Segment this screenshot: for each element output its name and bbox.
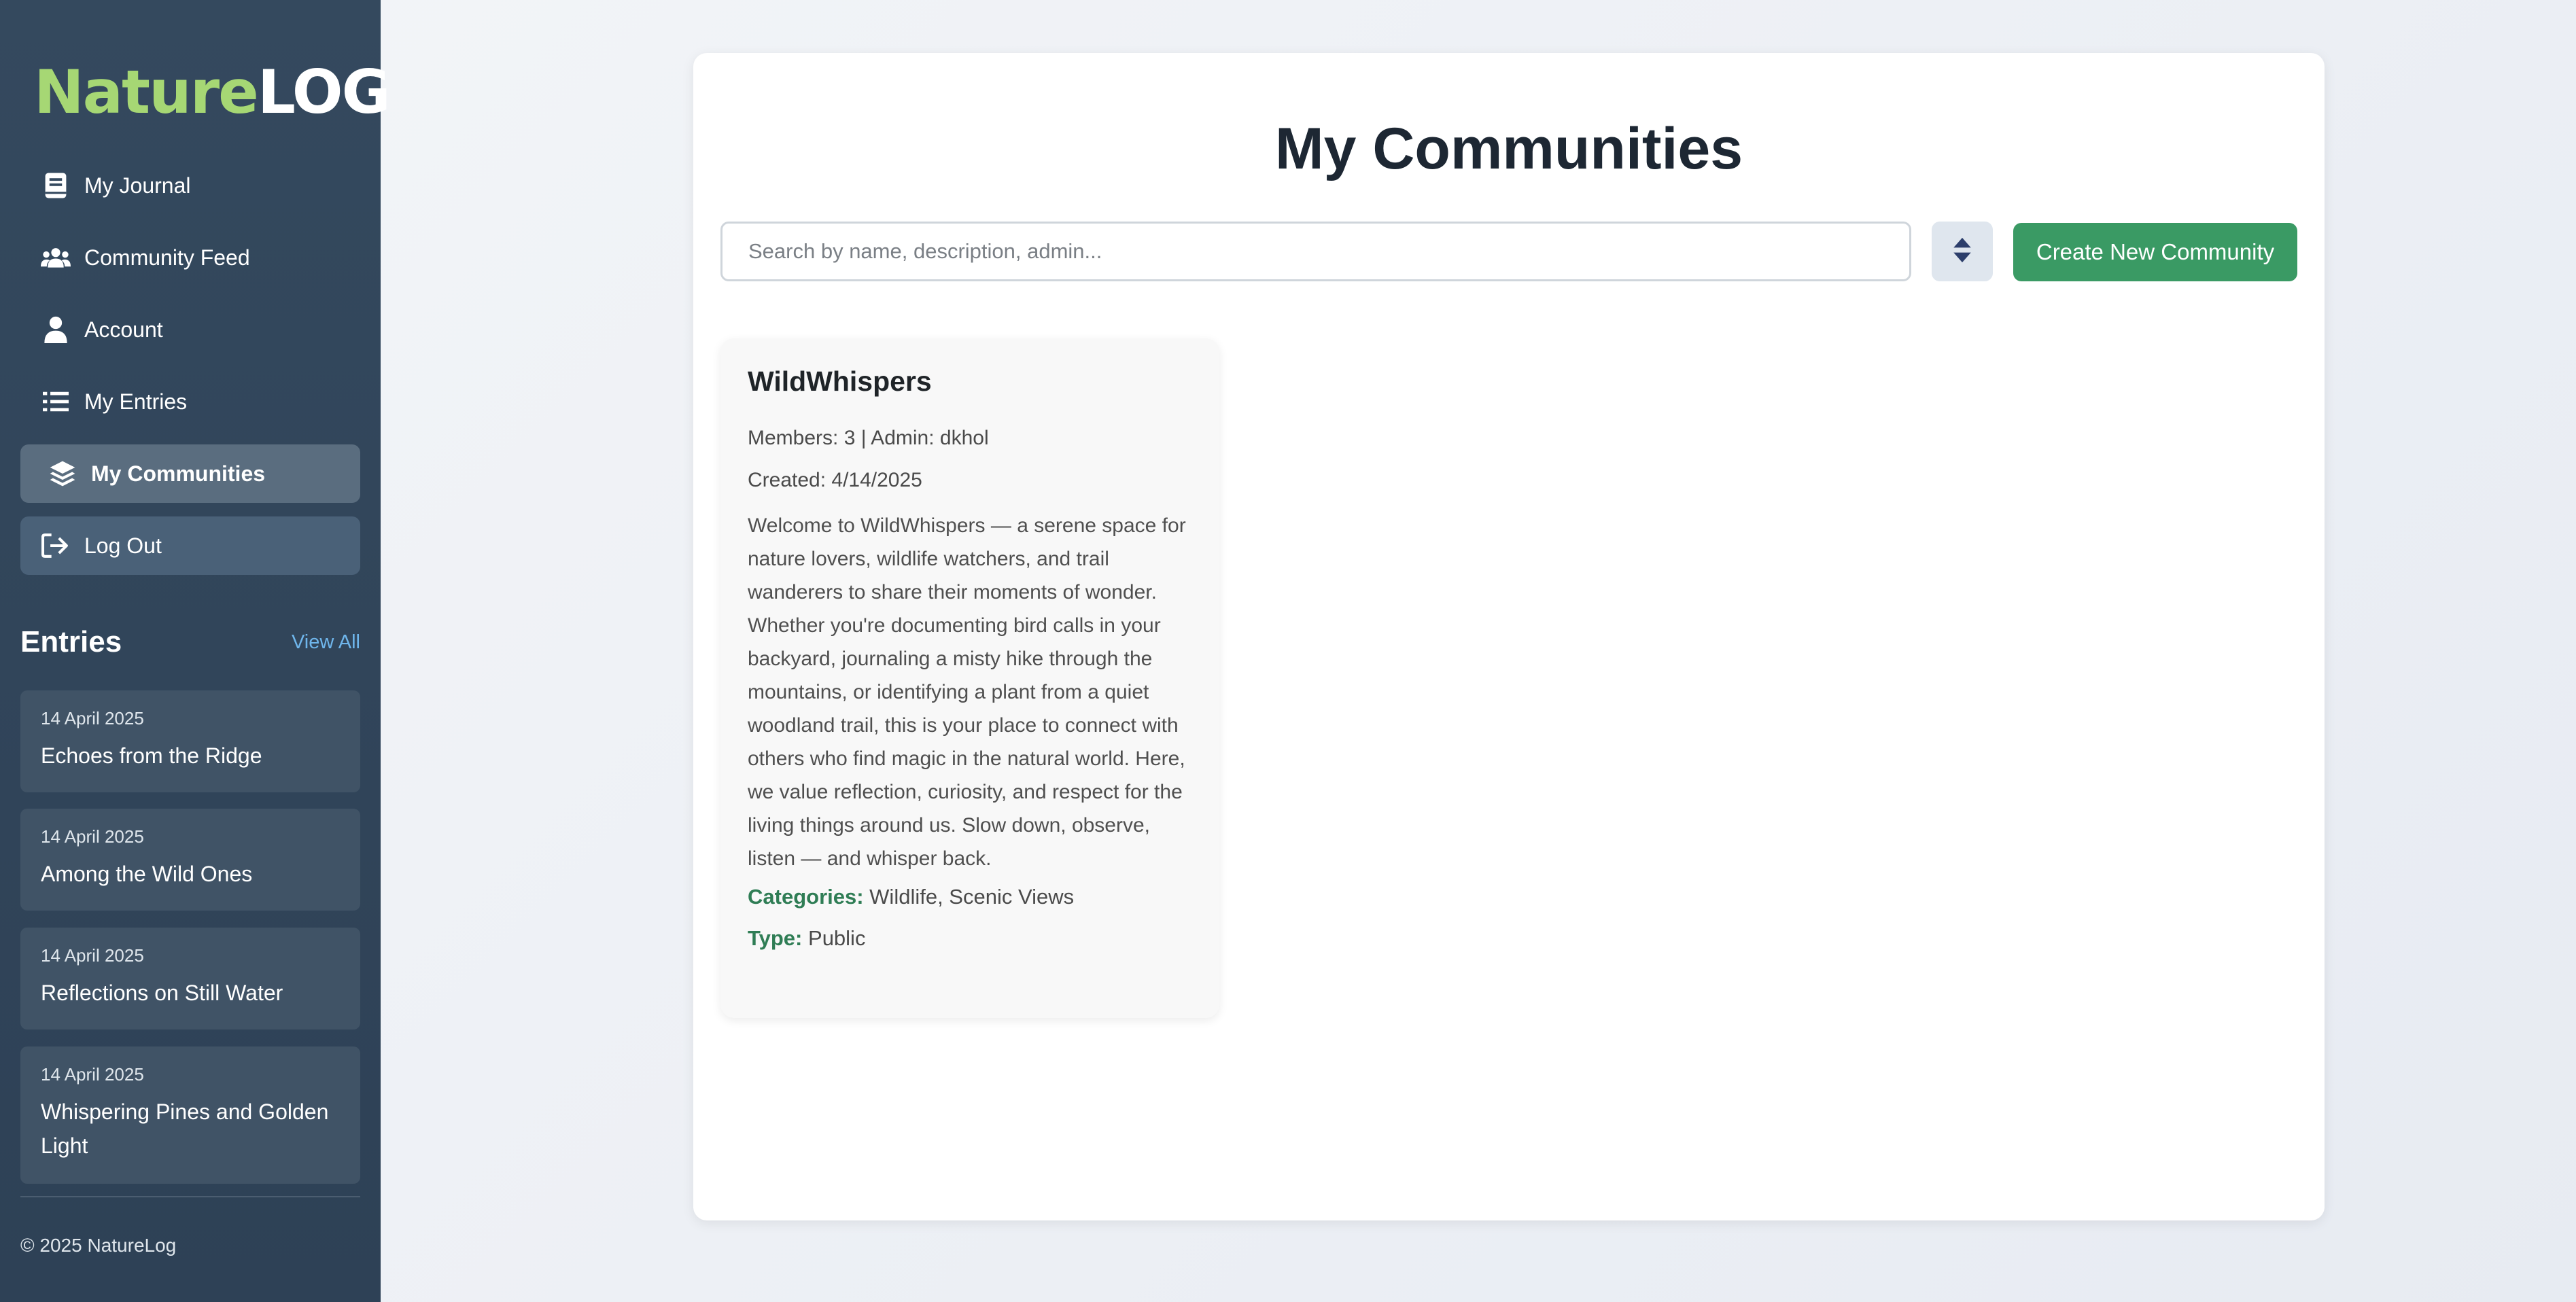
view-all-link[interactable]: View All — [292, 631, 360, 654]
entry-date: 14 April 2025 — [41, 708, 144, 728]
entry-card[interactable]: 14 April 2025 Among the Wild Ones — [20, 809, 360, 911]
sidebar-divider — [20, 1196, 360, 1197]
nav-label: Log Out — [84, 533, 162, 558]
community-categories: Categories: Wildlife, Scenic Views — [748, 883, 1192, 911]
journal-icon — [41, 171, 71, 200]
nav-label: My Journal — [84, 173, 191, 198]
entry-date: 14 April 2025 — [41, 945, 144, 966]
type-value: Public — [808, 926, 866, 950]
community-name: WildWhispers — [748, 366, 932, 397]
community-type: Type: Public — [748, 925, 1192, 952]
categories-value: Wildlife, Scenic Views — [869, 885, 1075, 909]
sort-button[interactable] — [1932, 222, 1993, 281]
entry-card[interactable]: 14 April 2025 Whispering Pines and Golde… — [20, 1046, 360, 1184]
nav-label: My Communities — [91, 461, 266, 486]
entry-card[interactable]: 14 April 2025 Echoes from the Ridge — [20, 690, 360, 792]
categories-label: Categories: — [748, 885, 864, 909]
app-logo[interactable]: NatureLOG — [34, 63, 391, 122]
list-icon — [41, 387, 71, 417]
nav-my-entries[interactable]: My Entries — [20, 372, 360, 431]
main-nav: My Journal Community Feed Account My Ent… — [20, 156, 360, 588]
search-input[interactable] — [720, 222, 1911, 281]
create-community-button[interactable]: Create New Community — [2013, 223, 2297, 281]
nav-label: My Entries — [84, 389, 188, 414]
nav-label: Community Feed — [84, 245, 250, 270]
entry-date: 14 April 2025 — [41, 826, 144, 847]
users-icon — [41, 243, 71, 272]
entry-title: Among the Wild Ones — [41, 862, 253, 886]
nav-label: Account — [84, 317, 163, 342]
user-icon — [41, 315, 71, 345]
entries-header: Entries View All — [20, 625, 360, 659]
community-description: Welcome to WildWhispers — a serene space… — [748, 514, 1186, 870]
sort-icon — [1952, 236, 1972, 267]
logo-part-nature: Nature — [34, 57, 259, 127]
nav-community-feed[interactable]: Community Feed — [20, 228, 360, 287]
entry-title: Whispering Pines and Golden Light — [41, 1099, 329, 1158]
copyright-text: © 2025 NatureLog — [20, 1235, 177, 1256]
community-card[interactable]: WildWhispers Members: 3 | Admin: dkhol C… — [720, 338, 1219, 1018]
sidebar: NatureLOG My Journal Community Feed Acco… — [0, 0, 391, 1302]
entries-title: Entries — [20, 625, 122, 658]
layers-icon — [48, 459, 77, 489]
entry-title: Reflections on Still Water — [41, 981, 283, 1005]
nav-log-out[interactable]: Log Out — [20, 516, 360, 575]
main-panel: My Communities Create New Community Wild… — [693, 53, 2325, 1220]
logout-icon — [41, 531, 71, 561]
page-title: My Communities — [1274, 116, 1743, 181]
community-created: Created: 4/14/2025 — [748, 469, 922, 491]
logo-part-log: LOG — [257, 57, 391, 127]
community-members-admin: Members: 3 | Admin: dkhol — [748, 427, 989, 449]
nav-account[interactable]: Account — [20, 300, 360, 359]
entry-title: Echoes from the Ridge — [41, 743, 262, 768]
type-label: Type: — [748, 926, 803, 950]
nav-my-journal[interactable]: My Journal — [20, 156, 360, 215]
nav-my-communities[interactable]: My Communities — [20, 444, 360, 503]
entry-date: 14 April 2025 — [41, 1064, 144, 1085]
entry-card[interactable]: 14 April 2025 Reflections on Still Water — [20, 928, 360, 1030]
